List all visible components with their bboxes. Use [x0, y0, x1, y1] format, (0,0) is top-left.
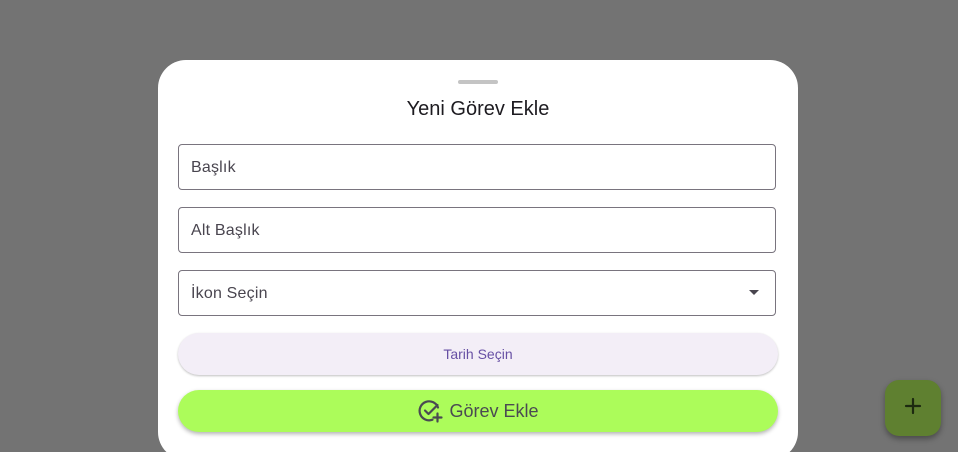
add-task-button[interactable]: Görev Ekle — [178, 390, 778, 432]
title-input[interactable] — [179, 145, 779, 191]
task-add-icon — [417, 398, 444, 424]
icon-select-dropdown[interactable]: İkon Seçin — [178, 270, 776, 316]
plus-icon — [904, 397, 922, 420]
title-field[interactable]: Başlık — [178, 144, 779, 191]
bottom-sheet-dialog: Yeni Görev Ekle Başlık Alt Başlık İkon S… — [158, 60, 798, 452]
add-task-button-label: Görev Ekle — [449, 400, 539, 421]
drag-handle[interactable] — [458, 80, 498, 84]
dialog-title: Yeni Görev Ekle — [406, 98, 550, 120]
icon-select-label: İkon Seçin — [191, 285, 268, 302]
subtitle-input[interactable] — [179, 208, 779, 254]
arrow-drop-down-icon[interactable] — [749, 290, 759, 295]
add-fab-button[interactable] — [885, 380, 941, 436]
subtitle-field[interactable]: Alt Başlık — [178, 207, 779, 254]
select-date-button[interactable]: Tarih Seçin — [178, 333, 778, 375]
